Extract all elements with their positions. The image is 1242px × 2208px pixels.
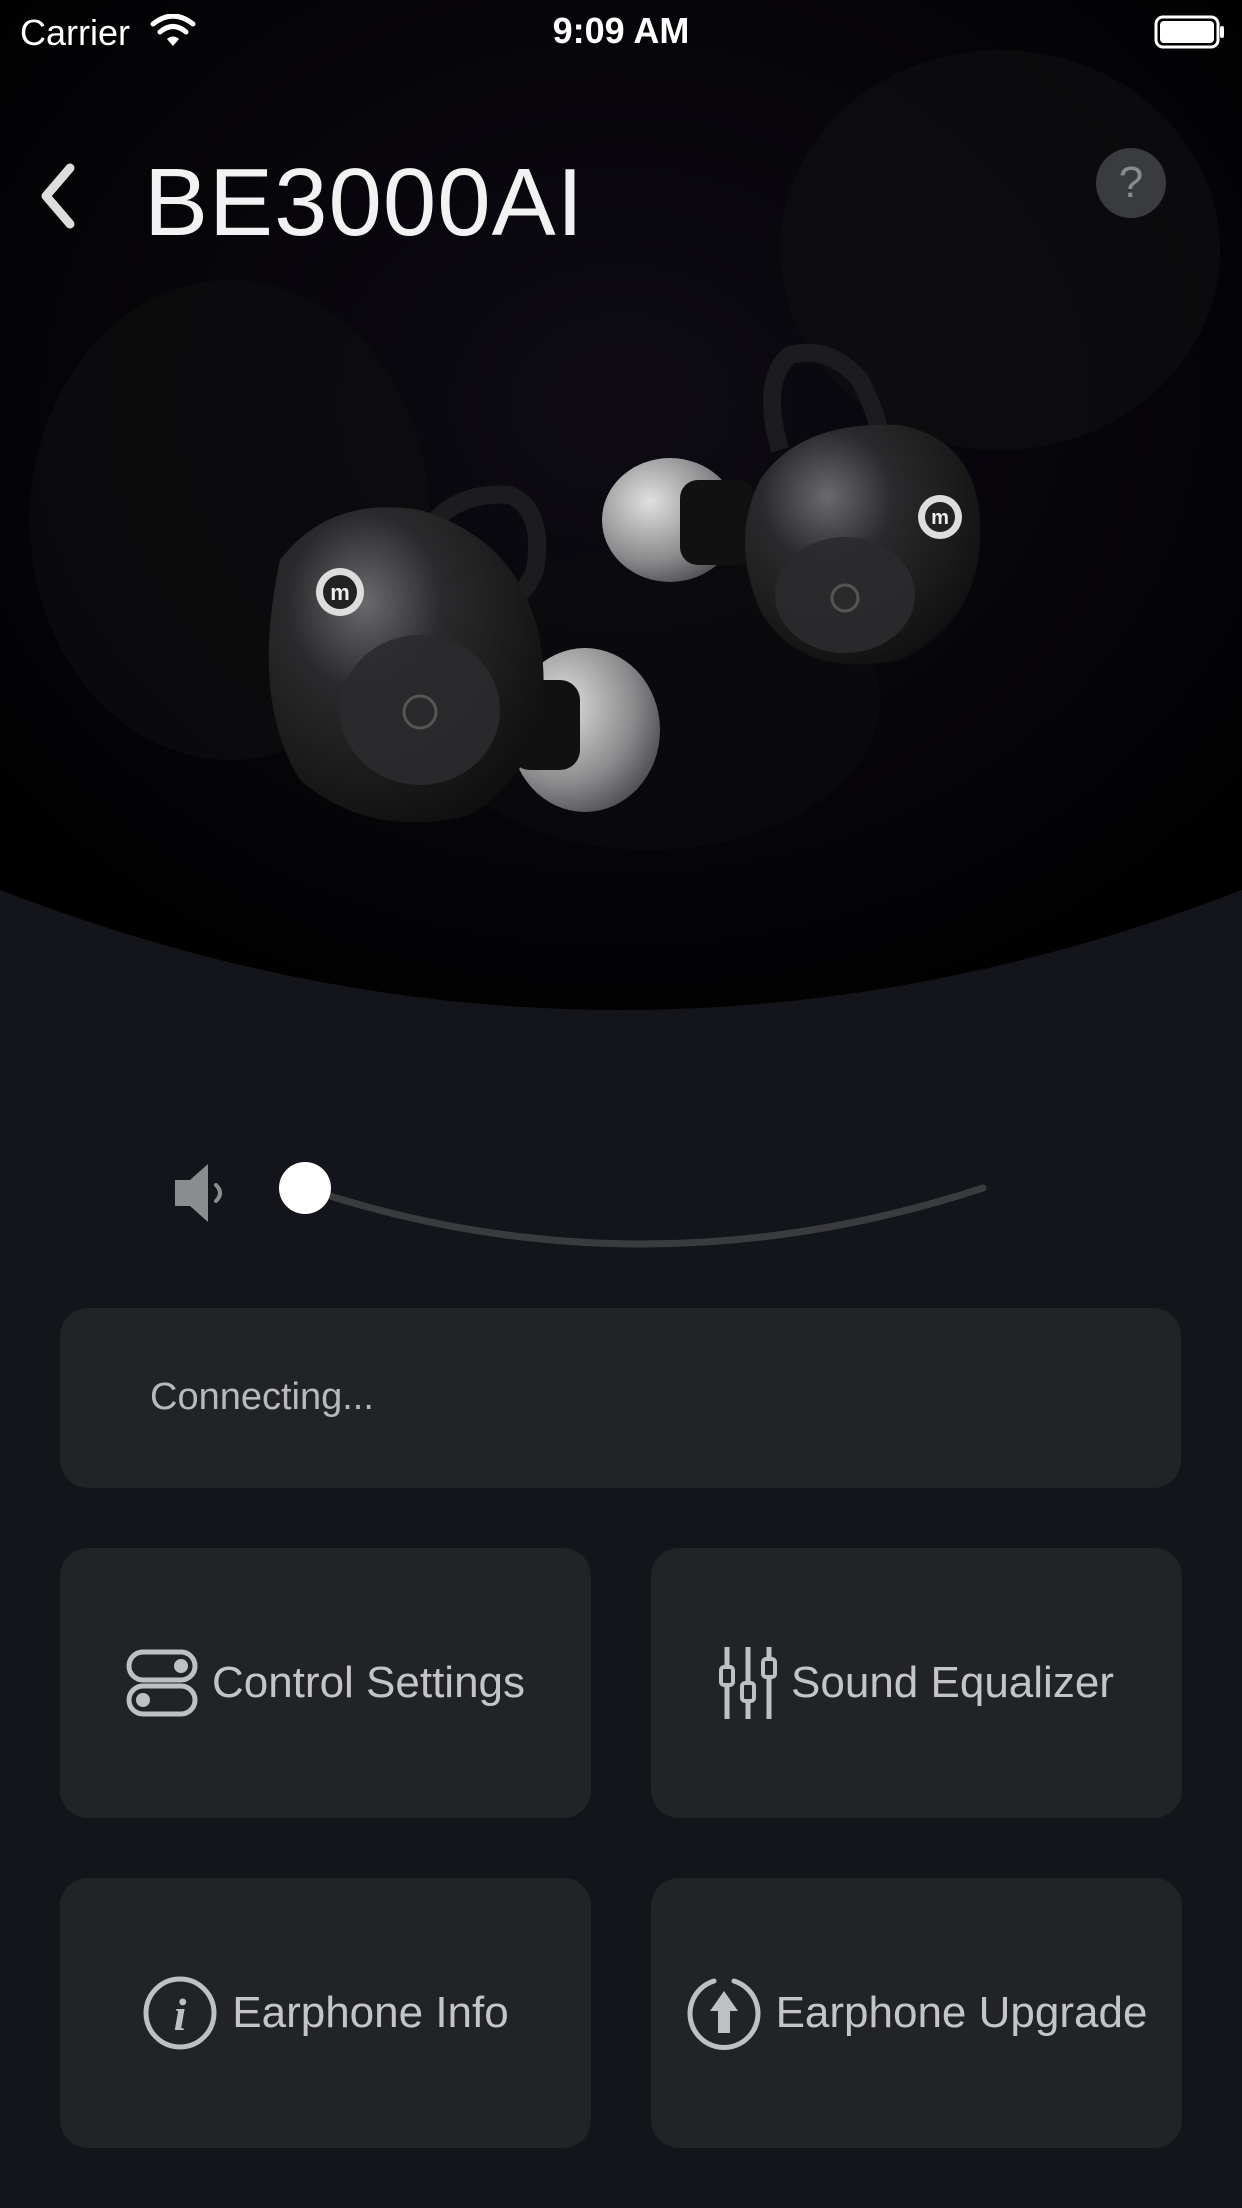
- volume-control: [0, 1150, 1242, 1270]
- status-bar: Carrier 9:09 AM: [0, 0, 1242, 64]
- battery-icon: [1154, 14, 1226, 55]
- svg-text:i: i: [174, 1989, 187, 2040]
- chevron-left-icon: [41, 163, 75, 229]
- volume-slider-track: [301, 1184, 987, 1248]
- earphone-upgrade-button[interactable]: Earphone Upgrade: [651, 1878, 1182, 2148]
- earphone-info-label: Earphone Info: [232, 1988, 509, 2037]
- control-settings-label: Control Settings: [211, 1658, 526, 1707]
- status-time: 9:09 AM: [552, 10, 690, 51]
- earphone-info-button[interactable]: i Earphone Info: [60, 1878, 591, 2148]
- sound-equalizer-label: Sound Equalizer: [791, 1658, 1114, 1707]
- earphone-upgrade-label: Earphone Upgrade: [775, 1988, 1148, 2037]
- page-title: BE3000AI: [144, 149, 585, 256]
- svg-text:m: m: [931, 507, 949, 529]
- sound-equalizer-button[interactable]: Sound Equalizer: [651, 1548, 1182, 1818]
- toggle-switches-icon: [126, 1647, 198, 1719]
- back-button[interactable]: [36, 160, 80, 232]
- connection-status-text: Connecting...: [150, 1376, 374, 1418]
- upgrade-arrow-icon: [686, 1975, 762, 2051]
- volume-slider-knob: [279, 1162, 331, 1214]
- equalizer-sliders-icon: [719, 1643, 778, 1723]
- connection-status-card: Connecting...: [60, 1308, 1181, 1488]
- svg-text:m: m: [330, 580, 350, 605]
- help-button[interactable]: ?: [1096, 148, 1166, 218]
- speaker-icon: [175, 1164, 222, 1222]
- info-circle-icon: i: [142, 1975, 218, 2051]
- control-settings-button[interactable]: Control Settings: [60, 1548, 591, 1818]
